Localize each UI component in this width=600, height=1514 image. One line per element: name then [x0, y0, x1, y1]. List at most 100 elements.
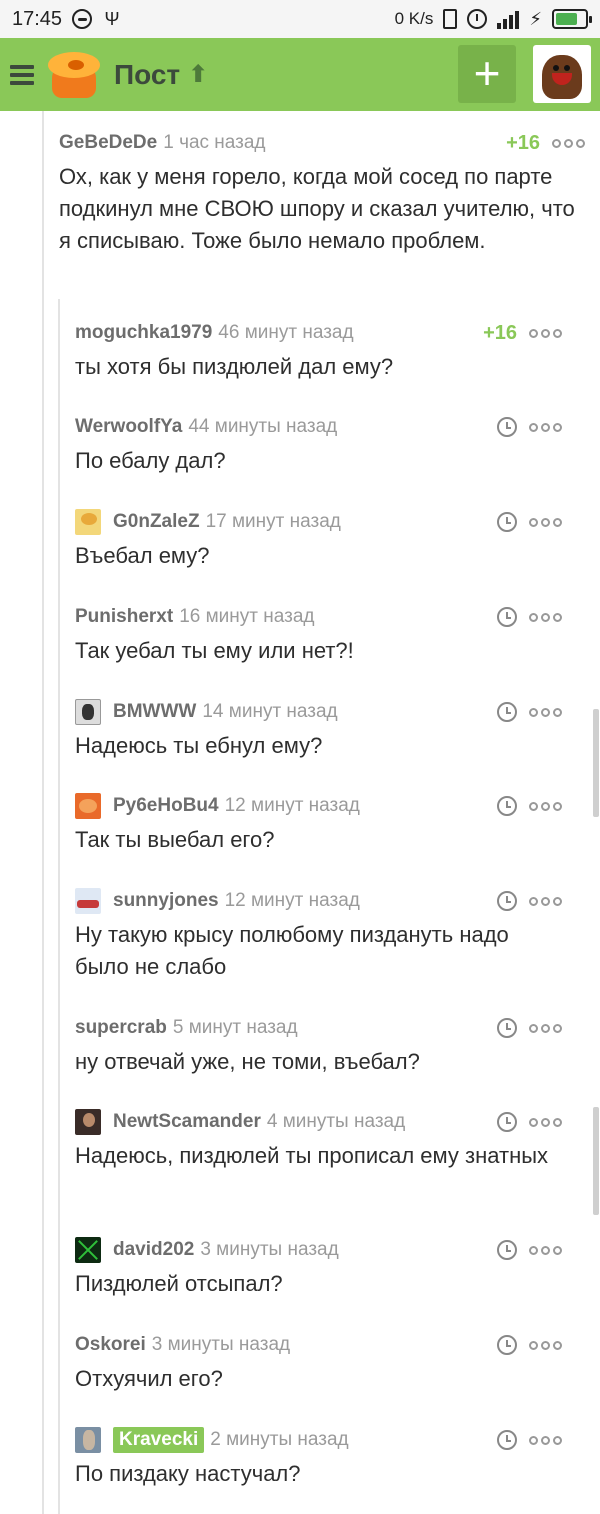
comment-author[interactable]: david202	[113, 1239, 194, 1261]
comment-text: Так уебал ты ему или нет?!	[75, 638, 354, 663]
comment: BMWWW 14 минут назад Надеюсь ты ебнул ем…	[75, 698, 562, 762]
signal-icon	[497, 9, 520, 29]
charging-icon: ⚡	[529, 8, 542, 29]
clock-icon	[497, 796, 517, 816]
comment-time: 12 минут назад	[224, 795, 360, 816]
comment-text: Отхуячил его?	[75, 1366, 223, 1391]
comment-text: ну отвечай уже, не томи, въебал?	[75, 1049, 420, 1074]
clock-icon	[497, 1018, 517, 1038]
more-options-icon[interactable]	[529, 612, 562, 622]
user-avatar[interactable]	[75, 793, 101, 819]
clock-icon	[497, 702, 517, 722]
clock-icon	[497, 417, 517, 437]
scrollbar[interactable]	[593, 1107, 599, 1215]
comments-list[interactable]: GeBeDeDe 1 час назад +16 Ох, как у меня …	[0, 111, 600, 1514]
hamburger-icon[interactable]	[10, 64, 34, 85]
comment: GeBeDeDe 1 час назад +16 Ох, как у меня …	[59, 129, 585, 257]
more-options-icon[interactable]	[529, 801, 562, 811]
comment-author[interactable]: NewtScamander	[113, 1111, 261, 1133]
comment-time: 16 минут назад	[179, 606, 315, 627]
comment-author[interactable]: G0nZaleZ	[113, 511, 200, 533]
alarm-icon	[467, 9, 488, 29]
comment: sunnyjones 12 минут назад Ну такую крысу…	[75, 887, 562, 983]
comment: Oskorei 3 минуты назад Отхуячил его?	[75, 1331, 562, 1395]
more-options-icon[interactable]	[529, 1117, 562, 1127]
vibrate-icon	[443, 9, 458, 29]
comment-author[interactable]: WerwoolfYa	[75, 416, 182, 438]
clock-icon	[497, 1240, 517, 1260]
clock-icon	[497, 1335, 517, 1355]
comment-time: 3 минуты назад	[200, 1239, 339, 1260]
clock-icon	[497, 1430, 517, 1450]
more-options-icon[interactable]	[529, 707, 562, 717]
user-avatar[interactable]	[75, 509, 101, 535]
comment: Py6eHoBu4 12 минут назад Так ты выебал е…	[75, 792, 562, 856]
comment-time: 3 минуты назад	[151, 1334, 291, 1355]
comment-time: 14 минут назад	[202, 701, 338, 722]
comment-text: Пиздюлей отсыпал?	[75, 1271, 283, 1296]
comment-text: Ну такую крысу полюбому пиздануть надо б…	[75, 922, 509, 979]
comment-author[interactable]: BMWWW	[113, 701, 196, 723]
comment: Kravecki 2 минуты назад По пиздаку насту…	[75, 1426, 562, 1490]
comment-author[interactable]: supercrab	[75, 1017, 167, 1039]
user-avatar[interactable]	[75, 699, 101, 725]
usb-icon: Ψ	[104, 9, 120, 29]
comment: WerwoolfYa 44 минуты назад По ебалу дал?	[75, 413, 562, 477]
comment: G0nZaleZ 17 минут назад Въебал ему?	[75, 508, 562, 572]
notification-icon	[72, 9, 93, 29]
status-bar: 17:45 Ψ 0 K/s ⚡	[0, 0, 600, 38]
clock-icon	[497, 607, 517, 627]
clock-icon	[497, 891, 517, 911]
battery-icon	[552, 9, 592, 29]
more-options-icon[interactable]	[529, 328, 562, 338]
comment-author[interactable]: Punisherxt	[75, 606, 173, 628]
comment-author[interactable]: Oskorei	[75, 1334, 146, 1356]
more-options-icon[interactable]	[529, 1245, 562, 1255]
more-options-icon[interactable]	[529, 1023, 562, 1033]
comment-time: 1 час назад	[163, 132, 266, 153]
comment-text: Надеюсь, пиздюлей ты прописал ему знатны…	[75, 1143, 549, 1168]
add-post-button[interactable]: +	[458, 45, 516, 103]
comment-rating: +16	[506, 131, 540, 154]
comment-time: 2 минуты назад	[210, 1429, 349, 1450]
comment-author[interactable]: sunnyjones	[113, 890, 219, 912]
comment-text: Въебал ему?	[75, 543, 210, 568]
user-avatar[interactable]	[75, 1237, 101, 1263]
comment-author[interactable]: GeBeDeDe	[59, 132, 157, 154]
comment-author[interactable]: moguchka1979	[75, 322, 212, 344]
comment: david202 3 минуты назад Пиздюлей отсыпал…	[75, 1236, 562, 1300]
comment-text: По пиздаку настучал?	[75, 1461, 301, 1486]
app-bar: Пост ⬆ +	[0, 38, 600, 111]
clock-icon	[497, 512, 517, 532]
comment-text: Ох, как у меня горело, когда мой сосед п…	[59, 164, 575, 253]
arrow-up-icon[interactable]: ⬆	[188, 60, 208, 89]
network-speed: 0 K/s	[394, 9, 434, 28]
more-options-icon[interactable]	[529, 1435, 562, 1445]
comment-author[interactable]: Py6eHoBu4	[113, 795, 219, 817]
comment: NewtScamander 4 минуты назад Надеюсь, пи…	[75, 1108, 562, 1172]
comment-text: Надеюсь ты ебнул ему?	[75, 733, 323, 758]
comment-time: 5 минут назад	[172, 1017, 298, 1038]
comment-text: ты хотя бы пиздюлей дал ему?	[75, 354, 394, 379]
comment-time: 44 минуты назад	[188, 416, 338, 437]
comment: moguchka1979 46 минут назад +16 ты хотя …	[75, 319, 562, 383]
comment-rating: +16	[483, 321, 517, 344]
more-options-icon[interactable]	[552, 138, 585, 148]
more-options-icon[interactable]	[529, 896, 562, 906]
comment-time: 4 минуты назад	[266, 1111, 406, 1132]
comment: supercrab 5 минут назад ну отвечай уже, …	[75, 1014, 562, 1078]
comment-time: 46 минут назад	[218, 322, 354, 343]
user-avatar[interactable]	[75, 1427, 101, 1453]
more-options-icon[interactable]	[529, 422, 562, 432]
comment-author[interactable]: Kravecki	[113, 1427, 205, 1453]
comment-text: Так ты выебал его?	[75, 827, 275, 852]
user-avatar[interactable]	[75, 888, 101, 914]
comment-time: 12 минут назад	[224, 890, 360, 911]
more-options-icon[interactable]	[529, 517, 562, 527]
app-logo[interactable]	[48, 50, 100, 100]
more-options-icon[interactable]	[529, 1340, 562, 1350]
user-avatar[interactable]	[75, 1109, 101, 1135]
page-title: Пост	[114, 58, 181, 90]
user-avatar[interactable]	[533, 45, 591, 103]
scrollbar[interactable]	[593, 709, 599, 817]
